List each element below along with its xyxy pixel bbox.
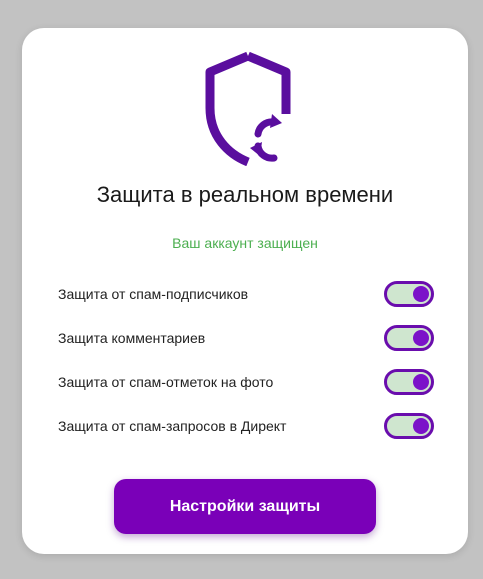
- setting-row-photo-tags: Защита от спам-отметок на фото: [58, 368, 434, 396]
- photo-tags-toggle[interactable]: [384, 369, 434, 395]
- setting-row-spam-followers: Защита от спам-подписчиков: [58, 280, 434, 308]
- protection-settings-button[interactable]: Настройки защиты: [114, 479, 376, 534]
- setting-label: Защита от спам-отметок на фото: [58, 374, 274, 390]
- page-title: Защита в реальном времени: [96, 182, 394, 207]
- toggle-knob: [413, 418, 429, 434]
- status-text: Ваш аккаунт защищен: [172, 235, 318, 251]
- setting-label: Защита комментариев: [58, 330, 206, 346]
- shield-sync-icon: [205, 51, 291, 166]
- setting-label: Защита от спам-подписчиков: [58, 286, 249, 302]
- direct-requests-toggle[interactable]: [384, 413, 434, 439]
- setting-row-comments: Защита комментариев: [58, 324, 434, 352]
- setting-row-direct-requests: Защита от спам-запросов в Директ: [58, 412, 434, 440]
- protection-card: Защита в реальном времени Ваш аккаунт за…: [22, 28, 468, 554]
- toggle-knob: [413, 374, 429, 390]
- setting-label: Защита от спам-запросов в Директ: [58, 418, 287, 434]
- toggle-knob: [413, 330, 429, 346]
- toggle-knob: [413, 286, 429, 302]
- comments-toggle[interactable]: [384, 325, 434, 351]
- spam-followers-toggle[interactable]: [384, 281, 434, 307]
